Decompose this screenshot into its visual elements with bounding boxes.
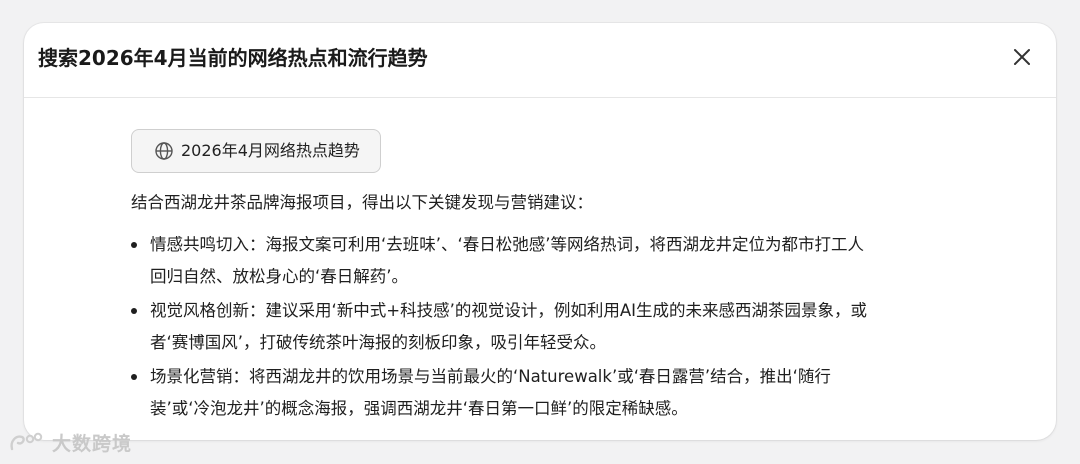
watermark-logo-icon	[10, 432, 43, 451]
findings-list: 情感共鸣切入：海报文案可利用‘去班味’、‘春日松弛感’等网络热词，将西湖龙井定位…	[131, 229, 951, 425]
dialog-content: 2026年4月网络热点趋势 结合西湖龙井茶品牌海报项目，得出以下关键发现与营销建…	[131, 129, 951, 427]
finding-line: 装’或‘冷泡龙井’的概念海报，强调西湖龙井‘春日第一口鲜’的限定稀缺感。	[150, 399, 688, 418]
finding-line: 回归自然、放松身心的‘春日解药’。	[150, 267, 408, 286]
dialog-title: 搜索2026年4月当前的网络热点和流行趋势	[38, 46, 428, 70]
close-button[interactable]	[1010, 45, 1034, 69]
finding-line: 情感共鸣切入：海报文案可利用‘去班味’、‘春日松弛感’等网络热词，将西湖龙井定位…	[150, 235, 864, 254]
dialog-header: 搜索2026年4月当前的网络热点和流行趋势	[24, 23, 1056, 98]
watermark: 大数跨境	[8, 428, 132, 456]
finding-line: 视觉风格创新：建议采用‘新中式+科技感’的视觉设计，例如利用AI生成的未来感西湖…	[150, 301, 867, 320]
bullet-icon	[131, 374, 137, 380]
bullet-icon	[131, 308, 137, 314]
list-item: 情感共鸣切入：海报文案可利用‘去班味’、‘春日松弛感’等网络热词，将西湖龙井定位…	[131, 229, 951, 293]
globe-icon	[155, 142, 173, 160]
finding-line: 者‘赛博国风’，打破传统茶叶海报的刻板印象，吸引年轻受众。	[150, 333, 606, 352]
search-result-dialog: 搜索2026年4月当前的网络热点和流行趋势 2026年4月网络热点趋势 结合西湖…	[24, 23, 1056, 440]
search-query-chip[interactable]: 2026年4月网络热点趋势	[131, 129, 381, 173]
intro-text: 结合西湖龙井茶品牌海报项目，得出以下关键发现与营销建议：	[131, 193, 593, 212]
watermark-text: 大数跨境	[52, 432, 133, 455]
bullet-icon	[131, 242, 137, 248]
list-item: 场景化营销：将西湖龙井的饮用场景与当前最火的‘Naturewalk’或‘春日露营…	[131, 361, 951, 425]
close-icon	[1014, 49, 1030, 65]
search-query-label: 2026年4月网络热点趋势	[181, 141, 360, 160]
finding-line: 场景化营销：将西湖龙井的饮用场景与当前最火的‘Naturewalk’或‘春日露营…	[150, 367, 831, 386]
list-item: 视觉风格创新：建议采用‘新中式+科技感’的视觉设计，例如利用AI生成的未来感西湖…	[131, 295, 951, 359]
